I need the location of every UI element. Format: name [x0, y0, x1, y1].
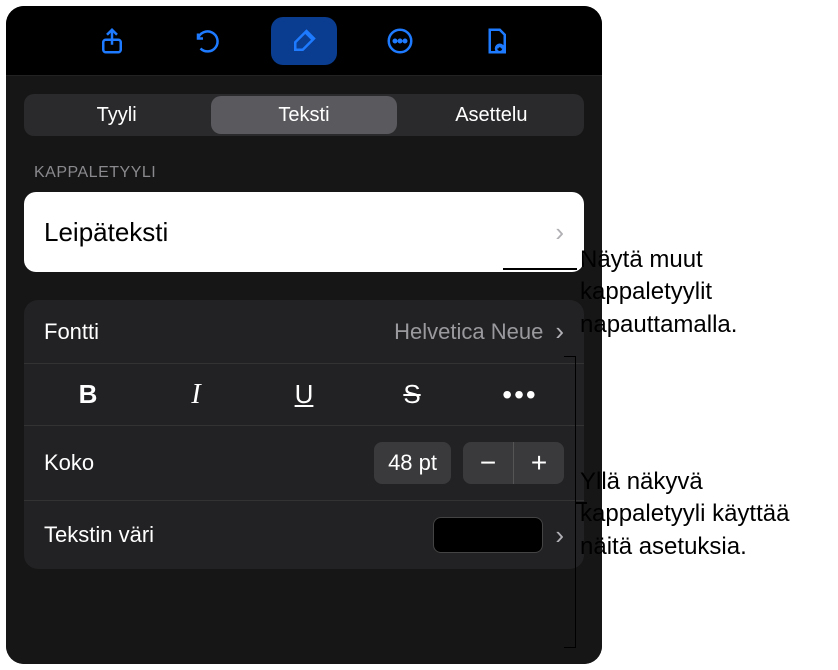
text-color-row[interactable]: Tekstin väri › — [24, 501, 584, 569]
font-label: Fontti — [44, 319, 99, 345]
paragraph-style-picker[interactable]: Leipäteksti › — [24, 192, 584, 272]
document-view-icon — [481, 26, 511, 56]
bold-button[interactable]: B — [34, 379, 142, 410]
brush-icon — [289, 26, 319, 56]
undo-icon — [193, 26, 223, 56]
size-stepper: − + — [463, 442, 564, 484]
top-toolbar — [6, 6, 602, 76]
paragraph-style-name: Leipäteksti — [44, 217, 168, 248]
share-button[interactable] — [79, 17, 145, 65]
chevron-right-icon: › — [555, 316, 564, 347]
undo-button[interactable] — [175, 17, 241, 65]
size-increase-button[interactable]: + — [514, 442, 564, 484]
paragraph-style-heading: KAPPALETYYLI — [34, 164, 584, 182]
format-panel: Tyyli Teksti Asettelu KAPPALETYYLI Leipä… — [6, 6, 602, 664]
share-icon — [97, 26, 127, 56]
panel-body: Tyyli Teksti Asettelu KAPPALETYYLI Leipä… — [6, 76, 602, 664]
more-button[interactable] — [367, 17, 433, 65]
more-format-button[interactable]: ••• — [466, 379, 574, 411]
size-decrease-button[interactable]: − — [463, 442, 513, 484]
chevron-right-icon: › — [555, 520, 564, 551]
callout-paragraph-styles: Näytä muut kappaletyylit napauttamalla. — [580, 244, 830, 341]
callout-bracket — [564, 356, 576, 648]
format-button[interactable] — [271, 17, 337, 65]
font-row[interactable]: Fontti Helvetica Neue › — [24, 300, 584, 364]
strikethrough-button[interactable]: S — [358, 379, 466, 410]
more-icon — [385, 26, 415, 56]
text-settings-group: Fontti Helvetica Neue › B I U S ••• Koko… — [24, 300, 584, 569]
size-row: Koko 48 pt − + — [24, 426, 584, 501]
font-value: Helvetica Neue — [394, 319, 543, 345]
text-format-row: B I U S ••• — [24, 364, 584, 426]
format-tabs: Tyyli Teksti Asettelu — [24, 94, 584, 136]
size-value[interactable]: 48 pt — [374, 442, 451, 484]
chevron-right-icon: › — [555, 217, 564, 248]
underline-button[interactable]: U — [250, 379, 358, 410]
view-mode-button[interactable] — [463, 17, 529, 65]
callout-leader-line — [503, 268, 577, 270]
callout-settings: Yllä näkyvä kappaletyyli käyttää näitä a… — [580, 466, 830, 563]
tab-style[interactable]: Tyyli — [24, 94, 209, 136]
size-label: Koko — [44, 450, 94, 476]
italic-button[interactable]: I — [142, 379, 250, 411]
tab-layout[interactable]: Asettelu — [399, 94, 584, 136]
color-swatch — [433, 517, 543, 553]
tab-text[interactable]: Teksti — [211, 96, 396, 134]
text-color-label: Tekstin väri — [44, 522, 154, 548]
